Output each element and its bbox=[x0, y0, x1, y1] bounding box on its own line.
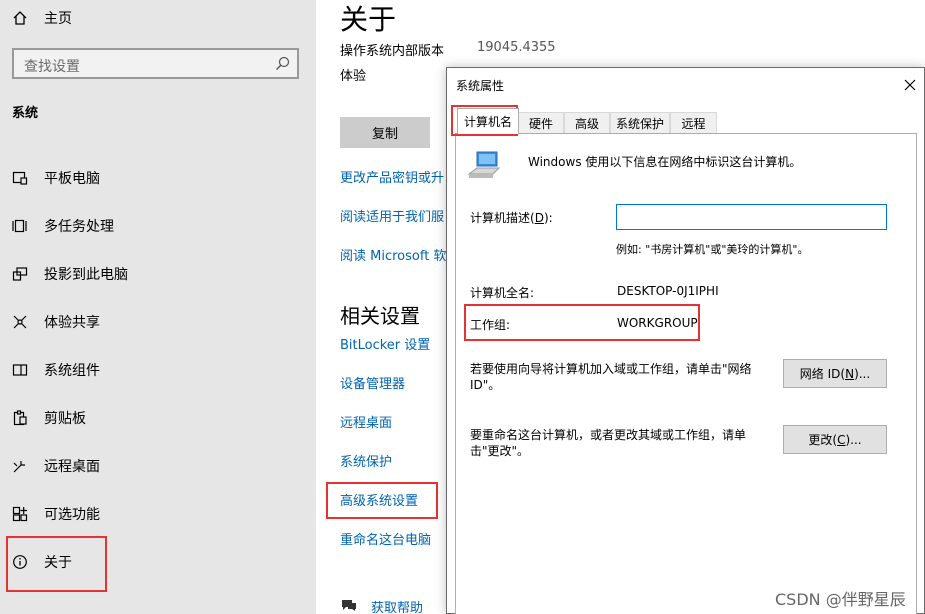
sidebar-item-label: 可选功能 bbox=[44, 507, 100, 523]
home-icon bbox=[11, 9, 29, 27]
sidebar-item-shared-experience[interactable]: 体验共享 bbox=[0, 302, 316, 342]
workgroup-label: 工作组: bbox=[470, 318, 511, 332]
system-protection-link[interactable]: 系统保护 bbox=[340, 451, 392, 470]
optional-features-icon bbox=[11, 505, 29, 523]
dialog-tabs: 计算机名 硬件 高级 系统保护 远程 bbox=[455, 108, 925, 134]
dialog-title: 系统属性 bbox=[456, 79, 505, 93]
remote-desktop-link[interactable]: 远程桌面 bbox=[340, 412, 392, 431]
sidebar-item-optional-features[interactable]: 可选功能 bbox=[0, 494, 316, 534]
settings-sidebar: 主页 查找设置 系统 平板电脑 多任务处理 投影到此电脑 体验共享 系统组件 剪… bbox=[0, 0, 316, 614]
advanced-system-settings-link[interactable]: 高级系统设置 bbox=[340, 490, 418, 509]
experience-label: 体验 bbox=[340, 69, 367, 84]
system-properties-dialog: 系统属性 计算机名 硬件 高级 系统保护 远程 bbox=[446, 67, 925, 614]
system-components-icon bbox=[11, 361, 29, 379]
get-help-link[interactable]: 获取帮助 bbox=[371, 597, 423, 614]
tab-advanced[interactable]: 高级 bbox=[564, 112, 610, 133]
related-settings-heading: 相关设置 bbox=[340, 304, 420, 328]
sidebar-item-clipboard[interactable]: 剪贴板 bbox=[0, 398, 316, 438]
change-button[interactable]: 更改(C)... bbox=[783, 425, 887, 454]
rename-this-pc-link[interactable]: 重命名这台电脑 bbox=[340, 529, 431, 548]
sidebar-item-label: 投影到此电脑 bbox=[44, 267, 128, 283]
computer-description-input[interactable] bbox=[616, 204, 887, 230]
watermark: CSDN @伴野星辰 bbox=[775, 590, 906, 609]
sidebar-item-tablet[interactable]: 平板电脑 bbox=[0, 158, 316, 198]
sidebar-item-label: 平板电脑 bbox=[44, 171, 100, 187]
computer-description-label: 计算机描述(D): bbox=[470, 211, 553, 225]
read-service-agreement-link[interactable]: 阅读适用于我们服 bbox=[340, 206, 444, 225]
description-example-text: 例如: "书房计算机"或"美玲的计算机"。 bbox=[616, 243, 809, 256]
sidebar-item-about[interactable]: 关于 bbox=[0, 542, 316, 582]
search-placeholder: 查找设置 bbox=[24, 59, 80, 75]
sidebar-item-label: 体验共享 bbox=[44, 315, 100, 331]
change-product-key-link[interactable]: 更改产品密钥或升 bbox=[340, 167, 444, 186]
bitlocker-settings-link[interactable]: BitLocker 设置 bbox=[340, 334, 430, 353]
shared-experience-icon bbox=[11, 313, 29, 331]
rename-instructions: 要重命名这台计算机，或者更改其域或工作组，请单击"更改"。 bbox=[470, 428, 747, 458]
sidebar-item-system-components[interactable]: 系统组件 bbox=[0, 350, 316, 390]
tab-system-protection[interactable]: 系统保护 bbox=[610, 112, 670, 133]
remote-desktop-icon bbox=[11, 457, 29, 475]
read-license-terms-link[interactable]: 阅读 Microsoft 软 bbox=[340, 245, 446, 264]
sidebar-item-label: 剪贴板 bbox=[44, 411, 86, 427]
search-icon[interactable] bbox=[274, 55, 291, 72]
close-icon bbox=[904, 76, 916, 95]
sidebar-item-label: 主页 bbox=[44, 11, 72, 27]
page-title: 关于 bbox=[340, 3, 397, 36]
close-button[interactable] bbox=[899, 74, 921, 96]
settings-search-input[interactable]: 查找设置 bbox=[12, 48, 299, 79]
sidebar-item-remote-desktop[interactable]: 远程桌面 bbox=[0, 446, 316, 486]
info-icon bbox=[11, 553, 29, 571]
dialog-intro-text: Windows 使用以下信息在网络中标识这台计算机。 bbox=[528, 155, 802, 169]
network-id-instructions: 若要使用向导将计算机加入域或工作组，请单击"网络 ID"。 bbox=[470, 362, 752, 392]
clipboard-icon bbox=[11, 409, 29, 427]
sidebar-item-home[interactable]: 主页 bbox=[0, 0, 316, 38]
computer-icon bbox=[467, 150, 503, 182]
sidebar-item-label: 关于 bbox=[44, 555, 72, 571]
workgroup-value: WORKGROUP bbox=[617, 316, 698, 330]
tab-remote[interactable]: 远程 bbox=[670, 112, 717, 133]
help-icon bbox=[340, 597, 358, 611]
sidebar-item-label: 多任务处理 bbox=[44, 219, 114, 235]
full-computer-name-value: DESKTOP-0J1IPHI bbox=[617, 284, 719, 298]
os-build-label: 操作系统内部版本 bbox=[340, 44, 445, 59]
sidebar-item-multitasking[interactable]: 多任务处理 bbox=[0, 206, 316, 246]
project-icon bbox=[11, 265, 29, 283]
device-manager-link[interactable]: 设备管理器 bbox=[340, 373, 405, 392]
full-computer-name-label: 计算机全名: bbox=[470, 286, 535, 300]
network-id-button[interactable]: 网络 ID(N)... bbox=[783, 359, 887, 388]
sidebar-item-project[interactable]: 投影到此电脑 bbox=[0, 254, 316, 294]
tablet-icon bbox=[11, 169, 29, 187]
multitasking-icon bbox=[11, 217, 29, 235]
os-build-value: 19045.4355 bbox=[477, 40, 556, 55]
tab-computer-name[interactable]: 计算机名 bbox=[457, 108, 519, 134]
tab-hardware[interactable]: 硬件 bbox=[518, 112, 564, 133]
copy-button[interactable]: 复制 bbox=[340, 117, 430, 148]
sidebar-item-label: 远程桌面 bbox=[44, 459, 100, 475]
sidebar-section-heading: 系统 bbox=[12, 106, 39, 121]
sidebar-item-label: 系统组件 bbox=[44, 363, 100, 379]
